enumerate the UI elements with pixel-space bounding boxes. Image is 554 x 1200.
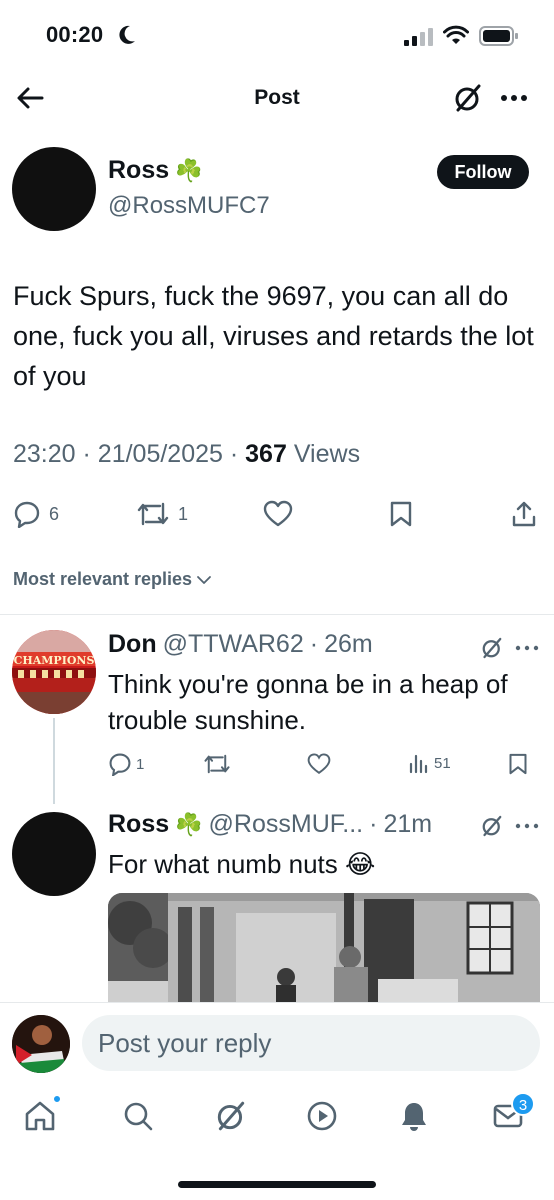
reply-composer (0, 1002, 554, 1082)
follow-button[interactable]: Follow (437, 155, 529, 189)
battery-icon (479, 26, 518, 46)
search-icon (124, 1102, 153, 1131)
reply-text: For what numb nuts 😂 (108, 849, 376, 879)
wifi-icon (443, 25, 469, 44)
heart-icon (307, 753, 331, 774)
bell-icon (402, 1103, 426, 1131)
reply-author-name: Ross (108, 810, 170, 838)
more-horizontal-icon (501, 95, 527, 101)
grok-button[interactable] (452, 82, 484, 114)
home-notification-dot (52, 1094, 62, 1104)
home-icon (25, 1101, 55, 1131)
moon-icon (119, 25, 135, 44)
analytics-bars-icon (409, 754, 428, 774)
author-avatar[interactable] (12, 147, 96, 231)
home-indicator (178, 1181, 376, 1188)
grok-icon[interactable] (480, 814, 504, 838)
meta-separator: · (82, 440, 98, 468)
bookmark-button[interactable] (389, 500, 413, 528)
views-count[interactable]: 367 (245, 440, 287, 468)
more-horizontal-icon[interactable] (514, 638, 540, 658)
post-date: 21/05/2025 (97, 440, 223, 468)
more-horizontal-icon[interactable] (514, 816, 540, 836)
author-name: Ross (108, 156, 170, 184)
more-options-button[interactable] (496, 82, 532, 114)
status-time: 00:20 (46, 22, 104, 47)
reply-age: 26m (324, 630, 373, 658)
reply-avatar-don[interactable]: CHAMPIONS (12, 630, 96, 714)
post-meta: 23:20 · 21/05/2025 · 367 Views (13, 440, 360, 469)
reply-author-handle: @TTWAR62 (162, 630, 304, 658)
shamrock-emoji: ☘️ (175, 157, 203, 183)
views-label: Views (293, 440, 361, 468)
status-bar: 00:20 (0, 0, 554, 70)
shamrock-emoji: ☘️ (175, 811, 203, 837)
reply-views-button[interactable]: 51 (408, 752, 451, 774)
reply-header[interactable]: Don @TTWAR62 · 26m (108, 630, 373, 659)
like-button[interactable] (263, 500, 293, 528)
repost-button[interactable]: 1 (136, 500, 188, 528)
nav-header: Post (0, 70, 554, 126)
comment-icon (14, 501, 40, 528)
reply-text: Think you're gonna be in a heap of troub… (108, 669, 508, 735)
repost-icon (204, 754, 230, 774)
dot-separator: · (369, 810, 378, 838)
author-handle[interactable]: @RossMUFC7 (108, 192, 270, 220)
tab-notifications[interactable] (394, 1096, 434, 1136)
reply-like-button[interactable] (307, 752, 331, 776)
author-name-row[interactable]: Ross ☘️ (108, 156, 203, 185)
post-text: Fuck Spurs, fuck the 9697, you can all d… (13, 281, 534, 391)
comment-icon (109, 753, 131, 776)
reply-button[interactable]: 6 (13, 500, 59, 528)
reply-reply-button[interactable]: 1 (108, 752, 144, 776)
tab-search[interactable] (118, 1096, 158, 1136)
messages-badge: 3 (511, 1092, 535, 1116)
thread-connector (53, 718, 55, 804)
grok-icon (217, 1101, 245, 1131)
user-avatar[interactable] (12, 1015, 70, 1073)
reply-author-name: Don (108, 630, 157, 658)
bookmark-icon (509, 753, 527, 775)
black-and-white-photo (108, 893, 540, 1003)
post-time: 23:20 (13, 440, 76, 468)
repost-count: 1 (178, 503, 189, 524)
tab-grok[interactable] (211, 1096, 251, 1136)
heart-icon (263, 500, 293, 527)
repost-icon (137, 502, 169, 526)
reply-repost-button[interactable] (203, 752, 231, 776)
grok-icon (455, 84, 481, 112)
champions-banner-image: CHAMPIONS (12, 630, 96, 714)
reply-count: 6 (49, 503, 60, 524)
reply-avatar-ross[interactable] (12, 812, 96, 896)
bottom-tab-bar (0, 1082, 554, 1152)
champions-text: CHAMPIONS (14, 654, 95, 667)
reply-age: 21m (383, 810, 433, 838)
reply-author-handle: @RossMUF... (208, 810, 364, 838)
dot-separator: · (309, 630, 319, 658)
reply-input[interactable] (82, 1015, 540, 1071)
play-circle-icon (307, 1101, 337, 1131)
chevron-down-icon (197, 575, 211, 584)
reply-count: 1 (136, 755, 145, 773)
grok-icon[interactable] (480, 636, 504, 660)
reply-bookmark-button[interactable] (508, 752, 528, 776)
reply-views-count: 51 (434, 754, 451, 772)
reply-header[interactable]: Ross ☘️ @RossMUF... · 21m (108, 810, 432, 839)
meta-separator: · (229, 440, 246, 468)
share-button[interactable] (510, 500, 538, 528)
tab-video[interactable] (302, 1096, 342, 1136)
signal-icon (404, 28, 433, 46)
reply-sort-dropdown[interactable]: Most relevant replies (13, 569, 212, 590)
post-actions: 6 1 (0, 496, 554, 532)
reply-media-image[interactable] (108, 893, 540, 1003)
bookmark-icon (390, 501, 412, 527)
divider (0, 614, 554, 615)
reply-sort-label: Most relevant replies (13, 569, 193, 589)
user-avatar-image (12, 1015, 70, 1073)
share-icon (512, 501, 536, 527)
